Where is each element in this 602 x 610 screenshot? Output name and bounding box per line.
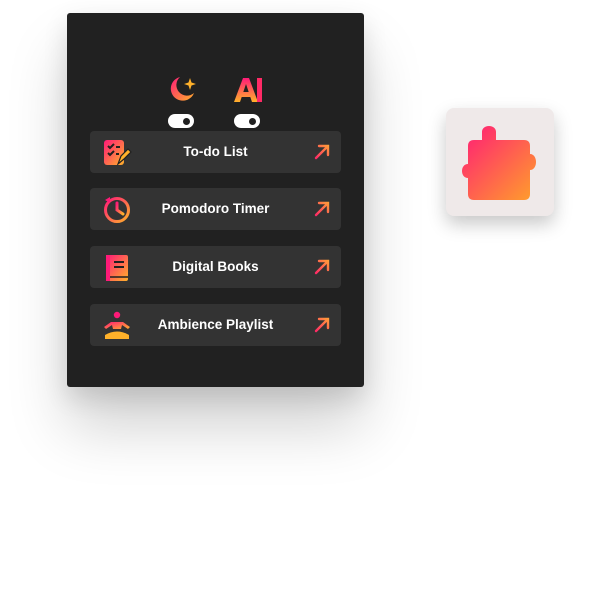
menu-item-digital-books[interactable]: Digital Books	[90, 246, 341, 288]
arrow-up-right-icon	[314, 317, 330, 333]
extension-icon-tile[interactable]	[446, 108, 554, 216]
meditation-icon	[104, 311, 130, 339]
arrow-up-right-icon	[314, 259, 330, 275]
arrow-up-right-icon	[314, 201, 330, 217]
font-toggle-group	[232, 75, 266, 131]
checklist-icon	[104, 140, 132, 166]
font-a-icon	[234, 78, 262, 102]
timer-icon	[104, 197, 130, 223]
menu-item-label: To-do List	[183, 144, 248, 159]
moon-star-icon	[170, 77, 196, 101]
menu-item-label: Digital Books	[172, 259, 259, 274]
font-toggle[interactable]	[234, 114, 260, 128]
book-icon	[106, 255, 128, 281]
dark-mode-toggle[interactable]	[168, 114, 194, 128]
arrow-up-right-icon	[314, 144, 330, 160]
dark-mode-toggle-group	[166, 75, 200, 131]
menu-item-ambience-playlist[interactable]: Ambience Playlist	[90, 304, 341, 346]
header-toggles	[67, 75, 364, 135]
menu-item-label: Pomodoro Timer	[161, 201, 270, 216]
menu-item-label: Ambience Playlist	[157, 317, 274, 332]
menu-item-todo-list[interactable]: To-do List	[90, 131, 341, 173]
puzzle-piece-icon	[462, 126, 536, 200]
menu-item-pomodoro-timer[interactable]: Pomodoro Timer	[90, 188, 341, 230]
extension-popup: To-do List Pomodoro Timer Digital Books …	[67, 13, 364, 387]
